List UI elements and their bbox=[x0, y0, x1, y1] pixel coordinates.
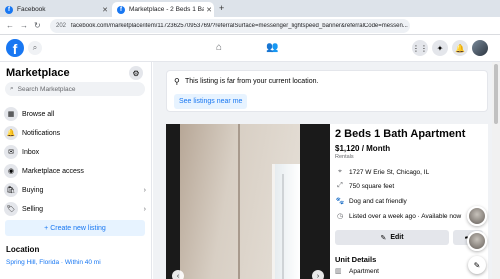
pencil-icon: ✎ bbox=[380, 234, 387, 242]
chevron-right-icon: › bbox=[143, 186, 146, 194]
detail-listed: ◷ Listed over a week ago · Available now bbox=[335, 212, 462, 221]
messenger-icon[interactable]: ✦ bbox=[432, 40, 448, 56]
close-tab-icon[interactable]: ✕ bbox=[100, 6, 110, 14]
detail-text: 750 square feet bbox=[349, 182, 395, 190]
pin-icon: ⌖ bbox=[338, 168, 342, 175]
photo-window-frame bbox=[282, 174, 284, 279]
clock-icon: ◷ bbox=[336, 213, 344, 220]
sidebar-item-buying[interactable]: 🛍 Buying › bbox=[4, 182, 146, 198]
sidebar-item-inbox[interactable]: ✉ Inbox bbox=[4, 144, 146, 160]
building-icon: ▥ bbox=[335, 268, 342, 275]
friends-icon[interactable]: 👥 bbox=[266, 42, 278, 53]
url-text: facebook.com/marketplace/item/1172362570… bbox=[71, 23, 408, 29]
sidebar-item-label: Buying bbox=[22, 186, 44, 194]
marketplace-sidebar: Marketplace ⚙ ⌕ Search Marketplace ▦ Bro… bbox=[0, 62, 152, 279]
sidebar-item-marketplace-access[interactable]: ◉ Marketplace access bbox=[4, 163, 146, 179]
profile-avatar[interactable] bbox=[472, 40, 488, 56]
listing-card: ‹ › 2 Beds 1 Bath Apartment $1,120 / Mon… bbox=[166, 124, 488, 279]
unit-type-row: ▥ Apartment bbox=[335, 267, 379, 276]
tab-marketplace[interactable]: f Marketplace - 2 Beds 1 Bath Ap ✕ bbox=[112, 2, 214, 17]
inbox-icon: ✉ bbox=[4, 145, 18, 159]
search-placeholder: Search Marketplace bbox=[17, 85, 76, 93]
tab-title: Marketplace - 2 Beds 1 Bath Ap bbox=[129, 6, 204, 13]
page-scrollbar[interactable] bbox=[492, 62, 500, 279]
chevron-right-icon: › bbox=[143, 205, 146, 213]
photo-window bbox=[272, 164, 300, 279]
photo-corner bbox=[238, 124, 240, 279]
close-tab-icon[interactable]: ✕ bbox=[204, 6, 214, 14]
reload-icon[interactable]: ↻ bbox=[34, 21, 41, 30]
chat-head-avatar[interactable] bbox=[467, 206, 487, 226]
unit-details-heading: Unit Details bbox=[335, 255, 377, 264]
facebook-favicon-icon: f bbox=[117, 5, 125, 14]
detail-text: Dog and cat friendly bbox=[349, 197, 407, 205]
new-message-icon[interactable]: ✎ bbox=[468, 256, 486, 274]
browser-tab-strip: f Facebook ✕ f Marketplace - 2 Beds 1 Ba… bbox=[0, 0, 500, 17]
detail-text: 1727 W Erie St, Chicago, IL bbox=[349, 168, 430, 176]
tab-title: Facebook bbox=[17, 6, 46, 13]
detail-address: ⌖ 1727 W Erie St, Chicago, IL bbox=[335, 168, 429, 176]
sidebar-item-label: Inbox bbox=[22, 148, 40, 156]
detail-pets: 🐾 Dog and cat friendly bbox=[335, 197, 407, 206]
sidebar-item-label: Browse all bbox=[22, 110, 55, 118]
location-link[interactable]: Spring Hill, Florida · Within 40 mi bbox=[6, 259, 101, 266]
chat-head-avatar[interactable] bbox=[467, 231, 487, 251]
sidebar-item-label: Marketplace access bbox=[22, 167, 84, 175]
address-bar-row: ← → ↻ 202 facebook.com/marketplace/item/… bbox=[0, 17, 500, 35]
next-photo-icon[interactable]: › bbox=[312, 270, 324, 279]
edit-label: Edit bbox=[390, 234, 404, 241]
home-icon[interactable]: ⌂ bbox=[216, 42, 222, 53]
edit-button[interactable]: ✎ Edit bbox=[335, 230, 449, 245]
search-icon: ⌕ bbox=[10, 85, 14, 92]
detail-size: ⤢ 750 square feet bbox=[335, 182, 394, 190]
listing-category: Rentals bbox=[335, 154, 354, 160]
sidebar-item-label: Selling bbox=[22, 205, 44, 213]
listing-price: $1,120 / Month bbox=[335, 144, 391, 153]
sidebar-item-label: Notifications bbox=[22, 129, 61, 137]
notifications-bell-icon[interactable]: 🔔 bbox=[452, 40, 468, 56]
sidebar-title: Marketplace bbox=[6, 67, 70, 79]
search-input[interactable]: ⌕ Search Marketplace bbox=[5, 82, 145, 96]
size-icon: ⤢ bbox=[337, 182, 343, 189]
facebook-logo[interactable]: f bbox=[6, 39, 24, 57]
pet-icon: 🐾 bbox=[335, 198, 345, 205]
unit-type-text: Apartment bbox=[349, 267, 379, 275]
notice-text: This listing is far from your current lo… bbox=[185, 78, 319, 85]
new-tab-button[interactable]: + bbox=[219, 3, 224, 13]
tab-facebook[interactable]: f Facebook ✕ bbox=[0, 2, 110, 17]
see-listings-near-me-button[interactable]: See listings near me bbox=[174, 94, 248, 109]
scrollbar-thumb[interactable] bbox=[494, 64, 498, 124]
previous-photo-icon[interactable]: ‹ bbox=[172, 270, 184, 279]
location-pin-icon: ⚲ bbox=[174, 77, 180, 86]
screen: f Facebook ✕ f Marketplace - 2 Beds 1 Ba… bbox=[0, 0, 500, 279]
site-info-badge[interactable]: 202 bbox=[56, 23, 66, 29]
sidebar-item-notifications[interactable]: 🔔 Notifications bbox=[4, 125, 146, 141]
listing-title: 2 Beds 1 Bath Apartment bbox=[335, 128, 466, 140]
gear-icon[interactable]: ⚙ bbox=[129, 66, 143, 80]
access-icon: ◉ bbox=[4, 164, 18, 178]
url-bar[interactable]: 202 facebook.com/marketplace/item/117236… bbox=[50, 19, 410, 33]
facebook-favicon-icon: f bbox=[5, 5, 13, 14]
back-icon[interactable]: ← bbox=[6, 21, 14, 30]
store-icon: ▦ bbox=[4, 107, 18, 121]
bell-icon: 🔔 bbox=[4, 126, 18, 140]
detail-text: Listed over a week ago · Available now bbox=[349, 212, 462, 220]
sidebar-item-selling[interactable]: 🏷 Selling › bbox=[4, 201, 146, 217]
forward-icon[interactable]: → bbox=[20, 21, 28, 30]
sidebar-item-browse-all[interactable]: ▦ Browse all bbox=[4, 106, 146, 122]
search-icon[interactable]: ⌕ bbox=[28, 41, 42, 55]
listing-info: 2 Beds 1 Bath Apartment $1,120 / Month R… bbox=[334, 124, 488, 279]
bag-icon: 🛍 bbox=[4, 183, 18, 197]
far-location-notice: ⚲ This listing is far from your current … bbox=[166, 70, 488, 112]
listing-photo[interactable]: ‹ › bbox=[166, 124, 330, 279]
menu-grid-icon[interactable]: ⋮⋮ bbox=[412, 40, 428, 56]
location-heading: Location bbox=[6, 245, 40, 254]
create-new-listing-button[interactable]: + Create new listing bbox=[5, 220, 145, 236]
tag-icon: 🏷 bbox=[4, 202, 18, 216]
